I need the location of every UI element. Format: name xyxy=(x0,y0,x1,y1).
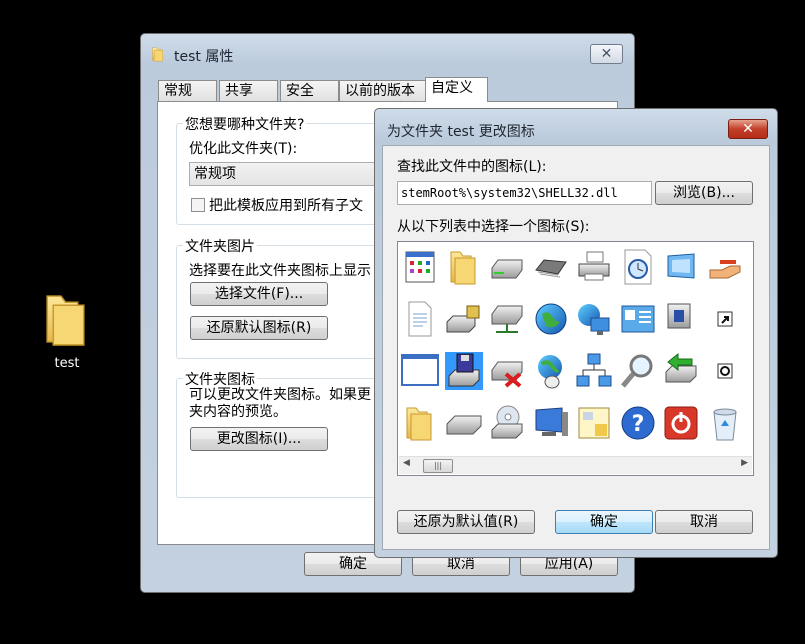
sharing-hand-icon[interactable] xyxy=(706,248,744,286)
change-icon-dialog: 为文件夹 test 更改图标 ✕ 查找此文件中的图标(L): stemRoot%… xyxy=(374,108,778,558)
folder-icon-description-line2: 夹内容的预览。 xyxy=(189,404,287,420)
disk-drive-icon[interactable] xyxy=(445,404,483,442)
globe-icon[interactable] xyxy=(532,300,570,338)
control-panel-icon[interactable] xyxy=(619,300,657,338)
desktop-icon-label: test xyxy=(54,356,80,371)
tab-security[interactable]: 安全 xyxy=(280,80,339,101)
disconnected-drive-icon[interactable] xyxy=(488,352,526,390)
drive-lock-icon[interactable] xyxy=(445,300,483,338)
computer-icon[interactable] xyxy=(532,404,570,442)
shutdown-icon[interactable] xyxy=(662,404,700,442)
restore-default-icon-button[interactable]: 还原默认图标(R) xyxy=(190,316,328,340)
close-icon: ✕ xyxy=(600,46,613,62)
shortcut-arrow-icon[interactable] xyxy=(706,300,744,338)
group-title: 您想要哪种文件夹? xyxy=(183,114,307,134)
icon-file-path-input[interactable]: stemRoot%\system32\SHELL32.dll xyxy=(397,181,652,205)
help-icon[interactable] xyxy=(619,404,657,442)
application-window-icon[interactable] xyxy=(401,248,439,286)
cd-drive-icon[interactable] xyxy=(488,404,526,442)
recycle-bin-icon[interactable] xyxy=(706,404,744,442)
folder-icon xyxy=(150,45,166,63)
browse-button[interactable]: 浏览(B)... xyxy=(655,181,753,205)
folder-icon[interactable] xyxy=(445,248,483,286)
network-computer-icon[interactable] xyxy=(575,300,613,338)
change-icon-button[interactable]: 更改图标(I)... xyxy=(190,427,328,451)
search-icon[interactable] xyxy=(619,352,657,390)
network-drive-icon[interactable] xyxy=(488,300,526,338)
icon-list[interactable]: ◀ ||| ▶ xyxy=(397,241,754,476)
scrollbar-thumb[interactable]: ||| xyxy=(423,459,453,473)
clock-document-icon[interactable] xyxy=(619,248,657,286)
tab-previous-versions[interactable]: 以前的版本 xyxy=(339,80,426,101)
window-title: test 属性 xyxy=(174,49,234,65)
close-button[interactable]: ✕ xyxy=(590,44,623,64)
green-arrow-icon[interactable] xyxy=(662,352,700,390)
cancel-button[interactable]: 取消 xyxy=(655,510,753,534)
horizontal-scrollbar[interactable]: ◀ ||| ▶ xyxy=(399,456,752,474)
choose-file-button[interactable]: 选择文件(F)... xyxy=(190,282,328,306)
clock-overlay-icon[interactable] xyxy=(706,352,744,390)
scroll-right-icon[interactable]: ▶ xyxy=(741,458,748,468)
restore-defaults-button[interactable]: 还原为默认值(R) xyxy=(397,510,535,534)
apply-template-checkbox[interactable] xyxy=(191,198,205,212)
dialog-title: 为文件夹 test 更改图标 xyxy=(387,124,535,140)
desktop-folder-test[interactable]: test xyxy=(38,286,96,376)
optimize-label: 优化此文件夹(T): xyxy=(189,141,298,157)
blank-window-icon[interactable] xyxy=(401,352,439,390)
select-icon-label: 从以下列表中选择一个图标(S): xyxy=(397,219,590,235)
find-icon-label: 查找此文件中的图标(L): xyxy=(397,159,547,175)
scroll-left-icon[interactable]: ◀ xyxy=(403,458,410,468)
folder-type-select[interactable]: 常规项 xyxy=(189,162,385,186)
tab-sharing[interactable]: 共享 xyxy=(219,80,278,101)
tab-customize[interactable]: 自定义 xyxy=(425,77,488,102)
tab-general[interactable]: 常规 xyxy=(158,80,217,101)
shortcut-drive-icon[interactable] xyxy=(662,300,700,338)
floppy-drive-icon[interactable] xyxy=(444,352,483,390)
folder-icon xyxy=(38,286,96,352)
display-icon[interactable] xyxy=(662,248,700,286)
hard-drive-icon[interactable] xyxy=(488,248,526,286)
apply-template-label: 把此模板应用到所有子文 xyxy=(209,198,363,214)
folder-icon[interactable] xyxy=(401,404,439,442)
close-icon: ✕ xyxy=(742,121,754,137)
globe-mouse-icon[interactable] xyxy=(532,352,570,390)
document-icon[interactable] xyxy=(401,300,439,338)
printer-icon[interactable] xyxy=(575,248,613,286)
notepad-icon[interactable] xyxy=(575,404,613,442)
dialog-body: 查找此文件中的图标(L): stemRoot%\system32\SHELL32… xyxy=(382,145,770,550)
ok-button[interactable]: 确定 xyxy=(555,510,653,534)
group-title: 文件夹图片 xyxy=(183,236,257,256)
memory-chip-icon[interactable] xyxy=(532,248,570,286)
close-button[interactable]: ✕ xyxy=(728,119,768,139)
network-icon[interactable] xyxy=(575,352,613,390)
folder-picture-description: 选择要在此文件夹图标上显示 xyxy=(189,263,371,279)
